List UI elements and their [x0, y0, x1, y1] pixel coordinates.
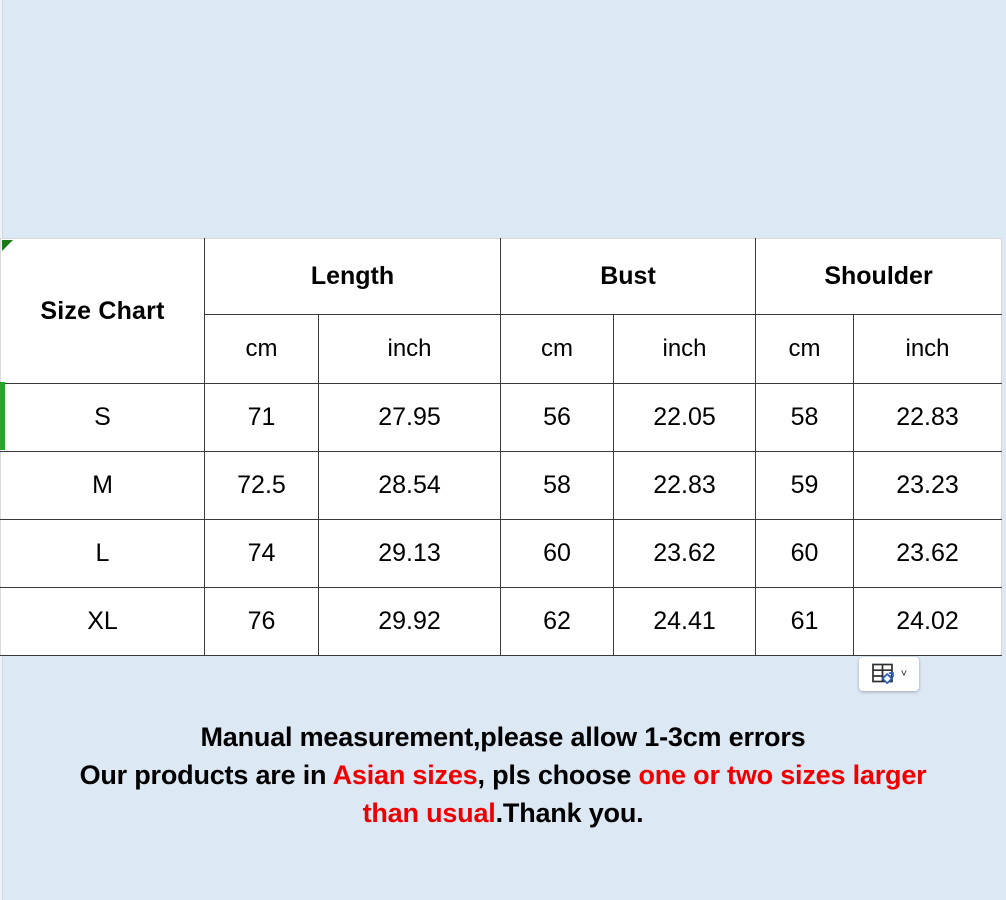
cell-bust-inch[interactable]: 24.41 — [613, 587, 757, 656]
cell-size[interactable]: L — [0, 519, 205, 588]
header-size-chart: Size Chart — [0, 238, 205, 384]
cell-size[interactable]: S — [0, 383, 205, 452]
comment-corner-flag-icon — [2, 240, 13, 251]
note-line-2: Our products are in Asian sizes, pls cho… — [0, 756, 1006, 794]
size-chart-canvas: Size Chart Length Bust Shoulder cm inch … — [0, 0, 1006, 900]
note-line2-highlight-1: Asian sizes — [332, 760, 478, 790]
cell-bust-cm[interactable]: 56 — [500, 383, 615, 452]
cell-shoulder-cm[interactable]: 61 — [755, 587, 855, 656]
cell-shoulder-cm[interactable]: 60 — [755, 519, 855, 588]
cell-shoulder-inch[interactable]: 23.62 — [853, 519, 1003, 588]
cell-size[interactable]: M — [0, 451, 205, 520]
note-line3-highlight: than usual — [362, 798, 496, 828]
header-unit-shoulder-inch: inch — [853, 314, 1003, 384]
cell-length-cm[interactable]: 74 — [204, 519, 319, 588]
header-unit-shoulder-cm: cm — [755, 314, 855, 384]
note-line-1: Manual measurement,please allow 1-3cm er… — [200, 722, 806, 752]
cell-shoulder-inch[interactable]: 22.83 — [853, 383, 1003, 452]
paste-options-table-icon — [871, 662, 897, 686]
table-row[interactable]: M 72.5 28.54 58 22.83 59 23.23 — [0, 451, 1003, 520]
cell-bust-cm[interactable]: 58 — [500, 451, 615, 520]
note-line3-period: . — [495, 798, 504, 828]
header-unit-length-cm: cm — [204, 314, 319, 384]
header-unit-bust-inch: inch — [613, 314, 757, 384]
table-row[interactable]: XL 76 29.92 62 24.41 61 24.02 — [0, 587, 1003, 656]
cell-length-cm[interactable]: 71 — [204, 383, 319, 452]
size-chart-table-container: Size Chart Length Bust Shoulder cm inch … — [0, 238, 1003, 656]
table-row[interactable]: L 74 29.13 60 23.62 60 23.62 — [0, 519, 1003, 588]
note-line2-highlight-2: one or two sizes larger — [638, 760, 927, 790]
cell-length-cm[interactable]: 72.5 — [204, 451, 319, 520]
selected-row-marker — [0, 382, 5, 450]
cell-length-inch[interactable]: 27.95 — [317, 383, 502, 452]
table-header-group-row: Size Chart Length Bust Shoulder — [0, 238, 1003, 384]
header-group-bust: Bust — [500, 238, 757, 315]
cell-length-inch[interactable]: 29.13 — [317, 519, 502, 588]
cell-bust-cm[interactable]: 62 — [500, 587, 615, 656]
cell-shoulder-inch[interactable]: 23.23 — [853, 451, 1003, 520]
header-unit-bust-cm: cm — [500, 314, 615, 384]
header-unit-length-inch: inch — [317, 314, 502, 384]
cell-bust-inch[interactable]: 23.62 — [613, 519, 757, 588]
cell-length-inch[interactable]: 28.54 — [317, 451, 502, 520]
header-group-length: Length — [203, 238, 502, 315]
note-line2-text-2: , pls choose — [477, 760, 639, 790]
measurement-notes: Manual measurement,please allow 1-3cm er… — [0, 718, 1006, 832]
cell-shoulder-cm[interactable]: 58 — [755, 383, 855, 452]
paste-options-button[interactable]: ˅ — [859, 657, 919, 691]
cell-length-inch[interactable]: 29.92 — [317, 587, 502, 656]
note-line3-thanks: Thank you. — [502, 798, 644, 828]
cell-length-cm[interactable]: 76 — [204, 587, 319, 656]
note-line2-text-1: Our products are in — [79, 760, 333, 790]
size-chart-table: Size Chart Length Bust Shoulder cm inch … — [0, 238, 1003, 656]
cell-shoulder-cm[interactable]: 59 — [755, 451, 855, 520]
table-row[interactable]: S 71 27.95 56 22.05 58 22.83 — [0, 383, 1003, 452]
cell-bust-inch[interactable]: 22.83 — [613, 451, 757, 520]
header-group-shoulder: Shoulder — [755, 238, 1003, 315]
cell-shoulder-inch[interactable]: 24.02 — [853, 587, 1003, 656]
note-line-3: than usual.Thank you. — [0, 794, 1006, 832]
cell-size[interactable]: XL — [0, 587, 205, 656]
cell-bust-cm[interactable]: 60 — [500, 519, 615, 588]
chevron-down-icon[interactable]: ˅ — [901, 668, 907, 680]
cell-bust-inch[interactable]: 22.05 — [613, 383, 757, 452]
